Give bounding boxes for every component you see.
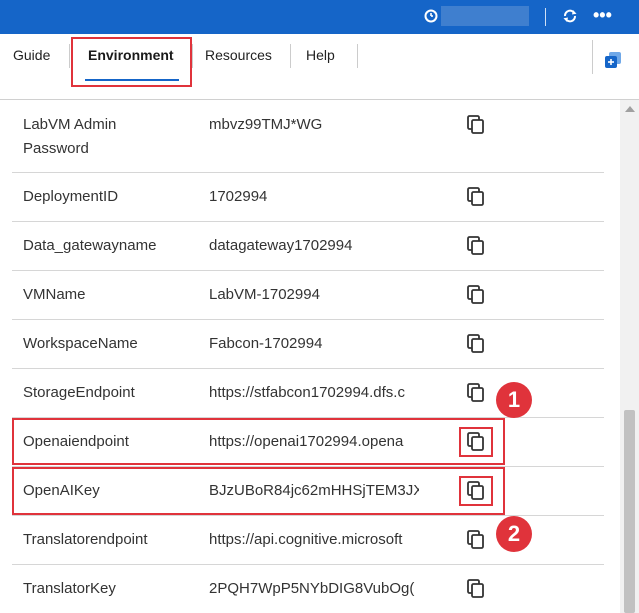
- row-value: LabVM-1702994: [209, 286, 320, 303]
- openaiendpoint-row-highlight: [12, 418, 505, 465]
- tab-divider: [290, 44, 291, 68]
- row-value: Fabcon-1702994: [209, 335, 323, 352]
- scroll-up-arrow-icon[interactable]: [625, 106, 635, 112]
- row-value: 2PQH7WpP5NYbDIG8VubOg(: [209, 580, 415, 597]
- row-label: Translatorendpoint: [23, 531, 148, 548]
- row-label: WorkspaceName: [23, 335, 138, 352]
- tab-divider: [357, 44, 358, 68]
- more-icon[interactable]: •••: [593, 6, 612, 24]
- copy-icon-highlight: [459, 476, 493, 506]
- openaikey-row-highlight: [12, 467, 505, 515]
- table-row: Data_gatewayname datagateway1702994: [12, 222, 604, 271]
- row-value: 1702994: [209, 188, 268, 205]
- row-label: LabVM Admin Password: [23, 116, 117, 157]
- row-label: Data_gatewayname: [23, 237, 157, 254]
- tab-help[interactable]: Help: [306, 47, 335, 63]
- copy-icon[interactable]: [467, 285, 485, 305]
- copy-icon[interactable]: [467, 383, 485, 403]
- tab-guide[interactable]: Guide: [13, 47, 50, 63]
- table-row: LabVM Admin Password mbvz99TMJ*WG: [12, 100, 604, 173]
- copy-icon-highlight: [459, 427, 493, 457]
- popout-icon[interactable]: [603, 50, 623, 70]
- copy-icon[interactable]: [467, 187, 485, 207]
- row-value: https://api.cognitive.microsoft: [209, 531, 403, 548]
- top-bar: •••: [0, 0, 639, 34]
- row-label: VMName: [23, 286, 86, 303]
- row-label: DeploymentID: [23, 188, 119, 205]
- step-badge: 2: [496, 516, 532, 552]
- row-value: mbvz99TMJ*WG: [209, 116, 323, 133]
- copy-icon[interactable]: [467, 579, 485, 599]
- table-row: VMName LabVM-1702994: [12, 271, 604, 320]
- timer-display: [441, 6, 529, 26]
- copy-icon[interactable]: [467, 236, 485, 256]
- scroll-thumb[interactable]: [624, 410, 635, 613]
- copy-icon[interactable]: [467, 530, 485, 550]
- tab-divider: [69, 44, 70, 68]
- row-label: TranslatorKey: [23, 580, 116, 597]
- row-value: https://stfabcon1702994.dfs.c: [209, 384, 405, 401]
- copy-icon[interactable]: [467, 334, 485, 354]
- table-row: TranslatorKey 2PQH7WpP5NYbDIG8VubOg(: [12, 565, 604, 613]
- copy-icon[interactable]: [467, 115, 485, 135]
- divider: [545, 8, 546, 26]
- scrollbar[interactable]: [620, 100, 639, 613]
- divider: [592, 40, 593, 74]
- tab-divider: [192, 44, 193, 68]
- row-value: datagateway1702994: [209, 237, 353, 254]
- tab-resources[interactable]: Resources: [205, 47, 272, 63]
- refresh-icon[interactable]: [562, 8, 578, 24]
- table-row: DeploymentID 1702994: [12, 173, 604, 222]
- clock-icon: [424, 9, 438, 23]
- row-label: StorageEndpoint: [23, 384, 135, 401]
- step-badge: 1: [496, 382, 532, 418]
- table-row: WorkspaceName Fabcon-1702994: [12, 320, 604, 369]
- environment-tab-highlight: [71, 37, 192, 87]
